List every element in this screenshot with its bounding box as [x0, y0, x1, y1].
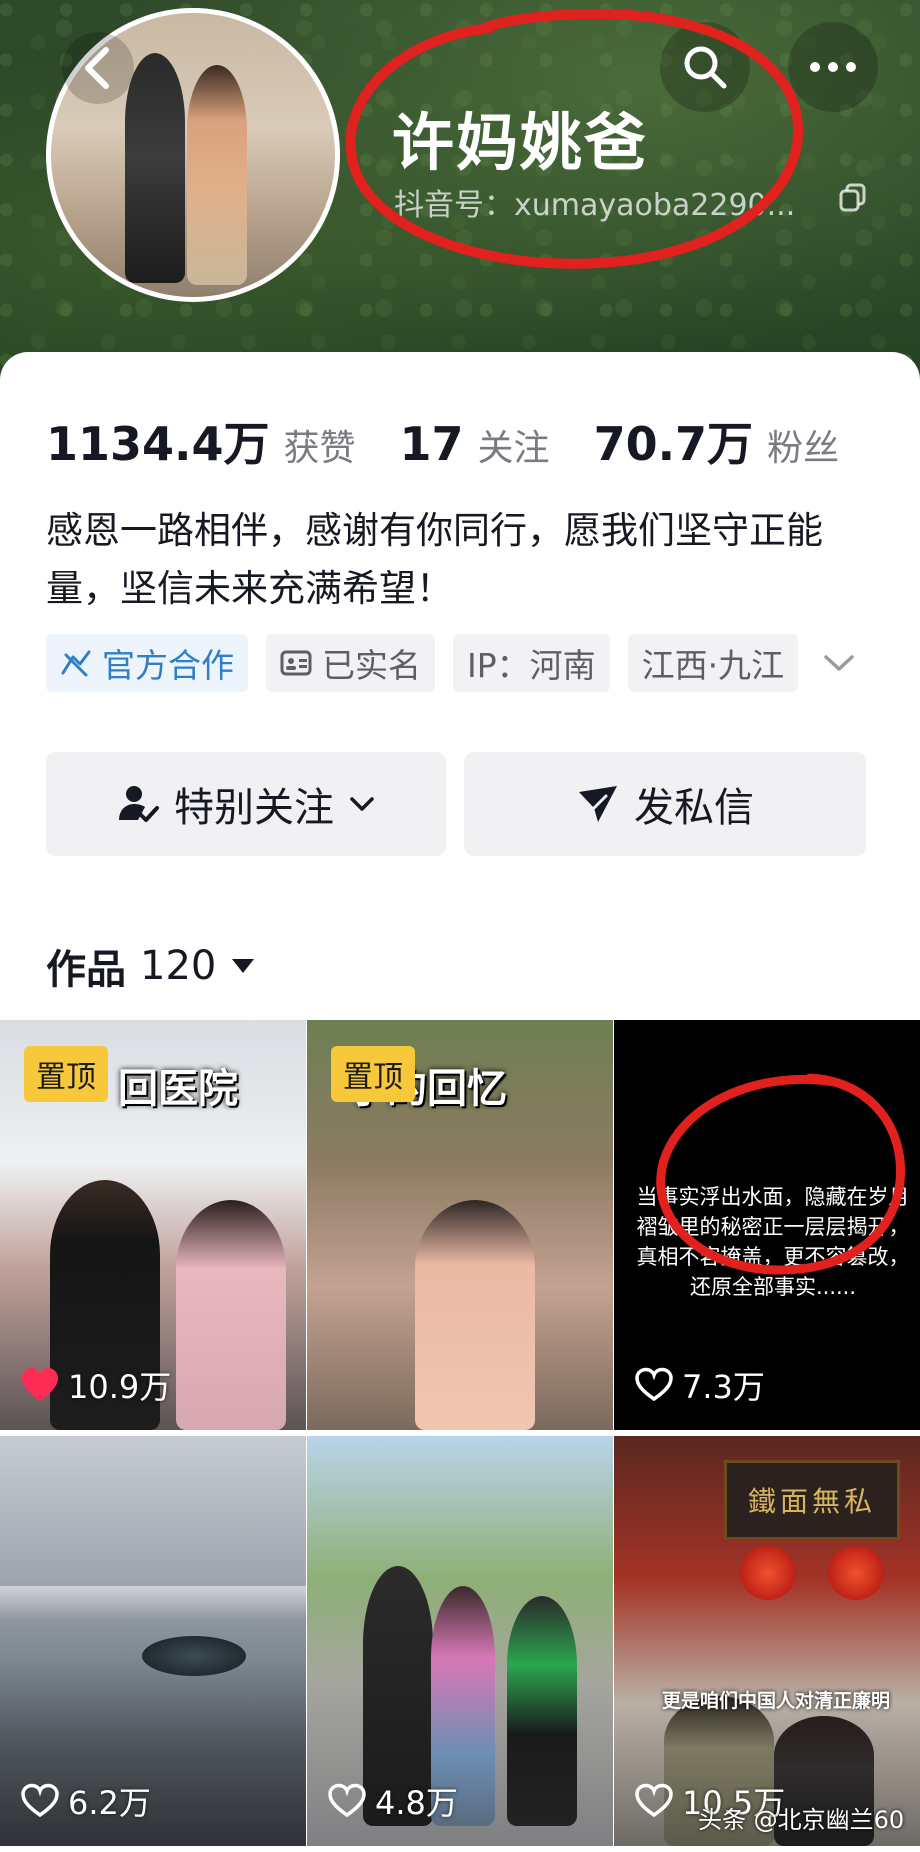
- avatar-figure-man: [125, 53, 185, 283]
- dot-icon: [846, 62, 856, 72]
- ip-tag: IP：河南: [453, 634, 610, 692]
- more-options-button[interactable]: [788, 22, 878, 112]
- search-icon: [684, 46, 727, 89]
- heart-outline-icon: [635, 1783, 673, 1818]
- following-label[interactable]: 关注: [478, 419, 550, 471]
- douyin-id: 抖音号：xumayaoba2290...: [394, 188, 796, 223]
- video-likes-count: 10.9万: [68, 1368, 172, 1406]
- likes-label: 获赞: [283, 428, 356, 469]
- official-partner-label: 官方合作: [102, 646, 234, 685]
- dot-icon: [810, 62, 820, 72]
- id-card-icon: [280, 650, 312, 676]
- profile-tags: 官方合作 已实名 IP：河南 江西·九江: [46, 634, 856, 692]
- following-count[interactable]: 17: [400, 417, 464, 471]
- profile-name: 许妈姚爸: [392, 106, 649, 179]
- bio-text: 感恩一路相伴，感谢有你同行，愿我们坚守正能量，坚信未来充满希望！: [46, 509, 823, 610]
- handshake-icon: [61, 650, 91, 677]
- special-follow-label: 特别关注: [174, 785, 334, 831]
- send-message-button[interactable]: 发私信: [464, 752, 866, 856]
- search-button[interactable]: [660, 22, 750, 112]
- pinned-badge: 置顶: [24, 1046, 108, 1102]
- heart-outline-icon: [21, 1783, 59, 1818]
- heart-outline-icon: [635, 1367, 673, 1402]
- lantern-shape: [740, 1546, 796, 1600]
- video-figure: [176, 1200, 286, 1430]
- video-likes: 6.2万: [20, 1778, 151, 1824]
- chevron-down-icon: [350, 797, 374, 811]
- wave-shape: [0, 1586, 306, 1620]
- avatar-figure-woman: [187, 65, 247, 285]
- location-label: 江西·九江: [641, 646, 785, 685]
- pinned-badge: 置顶: [331, 1046, 415, 1102]
- video-tile[interactable]: 当事实浮出水面，隐藏在岁月褶皱里的秘密正一层层揭开，真相不容掩盖，更不容篡改，还…: [614, 1020, 920, 1430]
- video-likes: 4.8万: [327, 1778, 458, 1824]
- video-overlay-text: 当事实浮出水面，隐藏在岁月褶皱里的秘密正一层层揭开，真相不容掩盖，更不容篡改，还…: [636, 1185, 910, 1299]
- heart-outline-icon: [328, 1783, 366, 1818]
- likes-count: 1134.4万: [46, 417, 270, 471]
- ip-label: IP：河南: [467, 646, 596, 685]
- video-caption: 更是咱们中国人对清正廉明: [662, 1690, 891, 1712]
- video-tile[interactable]: 6.2万: [0, 1436, 306, 1846]
- followers-label[interactable]: 粉丝: [767, 419, 839, 471]
- verified-tag[interactable]: 已实名: [266, 634, 435, 692]
- send-message-label: 发私信: [634, 785, 754, 831]
- works-tab[interactable]: 作品 120: [46, 937, 256, 995]
- video-likes: 10.9万: [20, 1362, 171, 1408]
- dot-icon: [828, 62, 838, 72]
- temple-plaque: 鐵面無私: [724, 1460, 900, 1540]
- video-tile[interactable]: 4.8万: [307, 1436, 613, 1846]
- video-likes-count: 7.3万: [682, 1368, 765, 1406]
- video-likes-count: 6.2万: [68, 1784, 151, 1822]
- video-figure: [507, 1596, 577, 1826]
- video-grid: 置顶 回医院 10.9万 置顶 子的回忆 当事实浮出水面，隐藏在岁月褶皱里的秘密…: [0, 1020, 920, 1846]
- watermark-text: 头条 @北京幽兰60: [698, 1806, 905, 1834]
- copy-icon[interactable]: [838, 182, 868, 212]
- stone-shape: [142, 1636, 246, 1676]
- special-follow-button[interactable]: 特别关注: [46, 752, 446, 856]
- video-tile[interactable]: 置顶 子的回忆: [307, 1020, 613, 1430]
- verified-label: 已实名: [322, 646, 421, 685]
- stats-row: 1134.4万 获赞 17 关注 70.7万 粉丝: [46, 408, 883, 474]
- location-tag[interactable]: 江西·九江: [627, 634, 799, 692]
- heart-filled-icon: [22, 1368, 58, 1401]
- video-title: 回医院: [118, 1066, 238, 1112]
- profile-header: 许妈姚爸 抖音号：xumayaoba2290...: [0, 0, 920, 400]
- works-label: 作品: [46, 947, 126, 993]
- video-figure: [415, 1200, 535, 1430]
- lantern-shape: [828, 1546, 884, 1600]
- video-likes-count: 4.8万: [375, 1784, 458, 1822]
- followers-count[interactable]: 70.7万: [594, 408, 754, 474]
- send-icon: [579, 786, 617, 822]
- action-buttons: 特别关注 发私信: [46, 752, 866, 856]
- chevron-left-icon: [85, 47, 109, 89]
- official-partner-tag[interactable]: 官方合作: [46, 634, 248, 692]
- caret-down-icon: [232, 959, 255, 973]
- user-check-icon: [119, 786, 159, 822]
- video-likes: 7.3万: [634, 1362, 765, 1408]
- video-tile[interactable]: 鐵面無私 更是咱们中国人对清正廉明 10.5万: [614, 1436, 920, 1846]
- chevron-down-icon[interactable]: [822, 652, 856, 674]
- works-count: 120: [140, 943, 217, 989]
- video-tile[interactable]: 置顶 回医院 10.9万: [0, 1020, 306, 1430]
- back-button[interactable]: [62, 32, 134, 104]
